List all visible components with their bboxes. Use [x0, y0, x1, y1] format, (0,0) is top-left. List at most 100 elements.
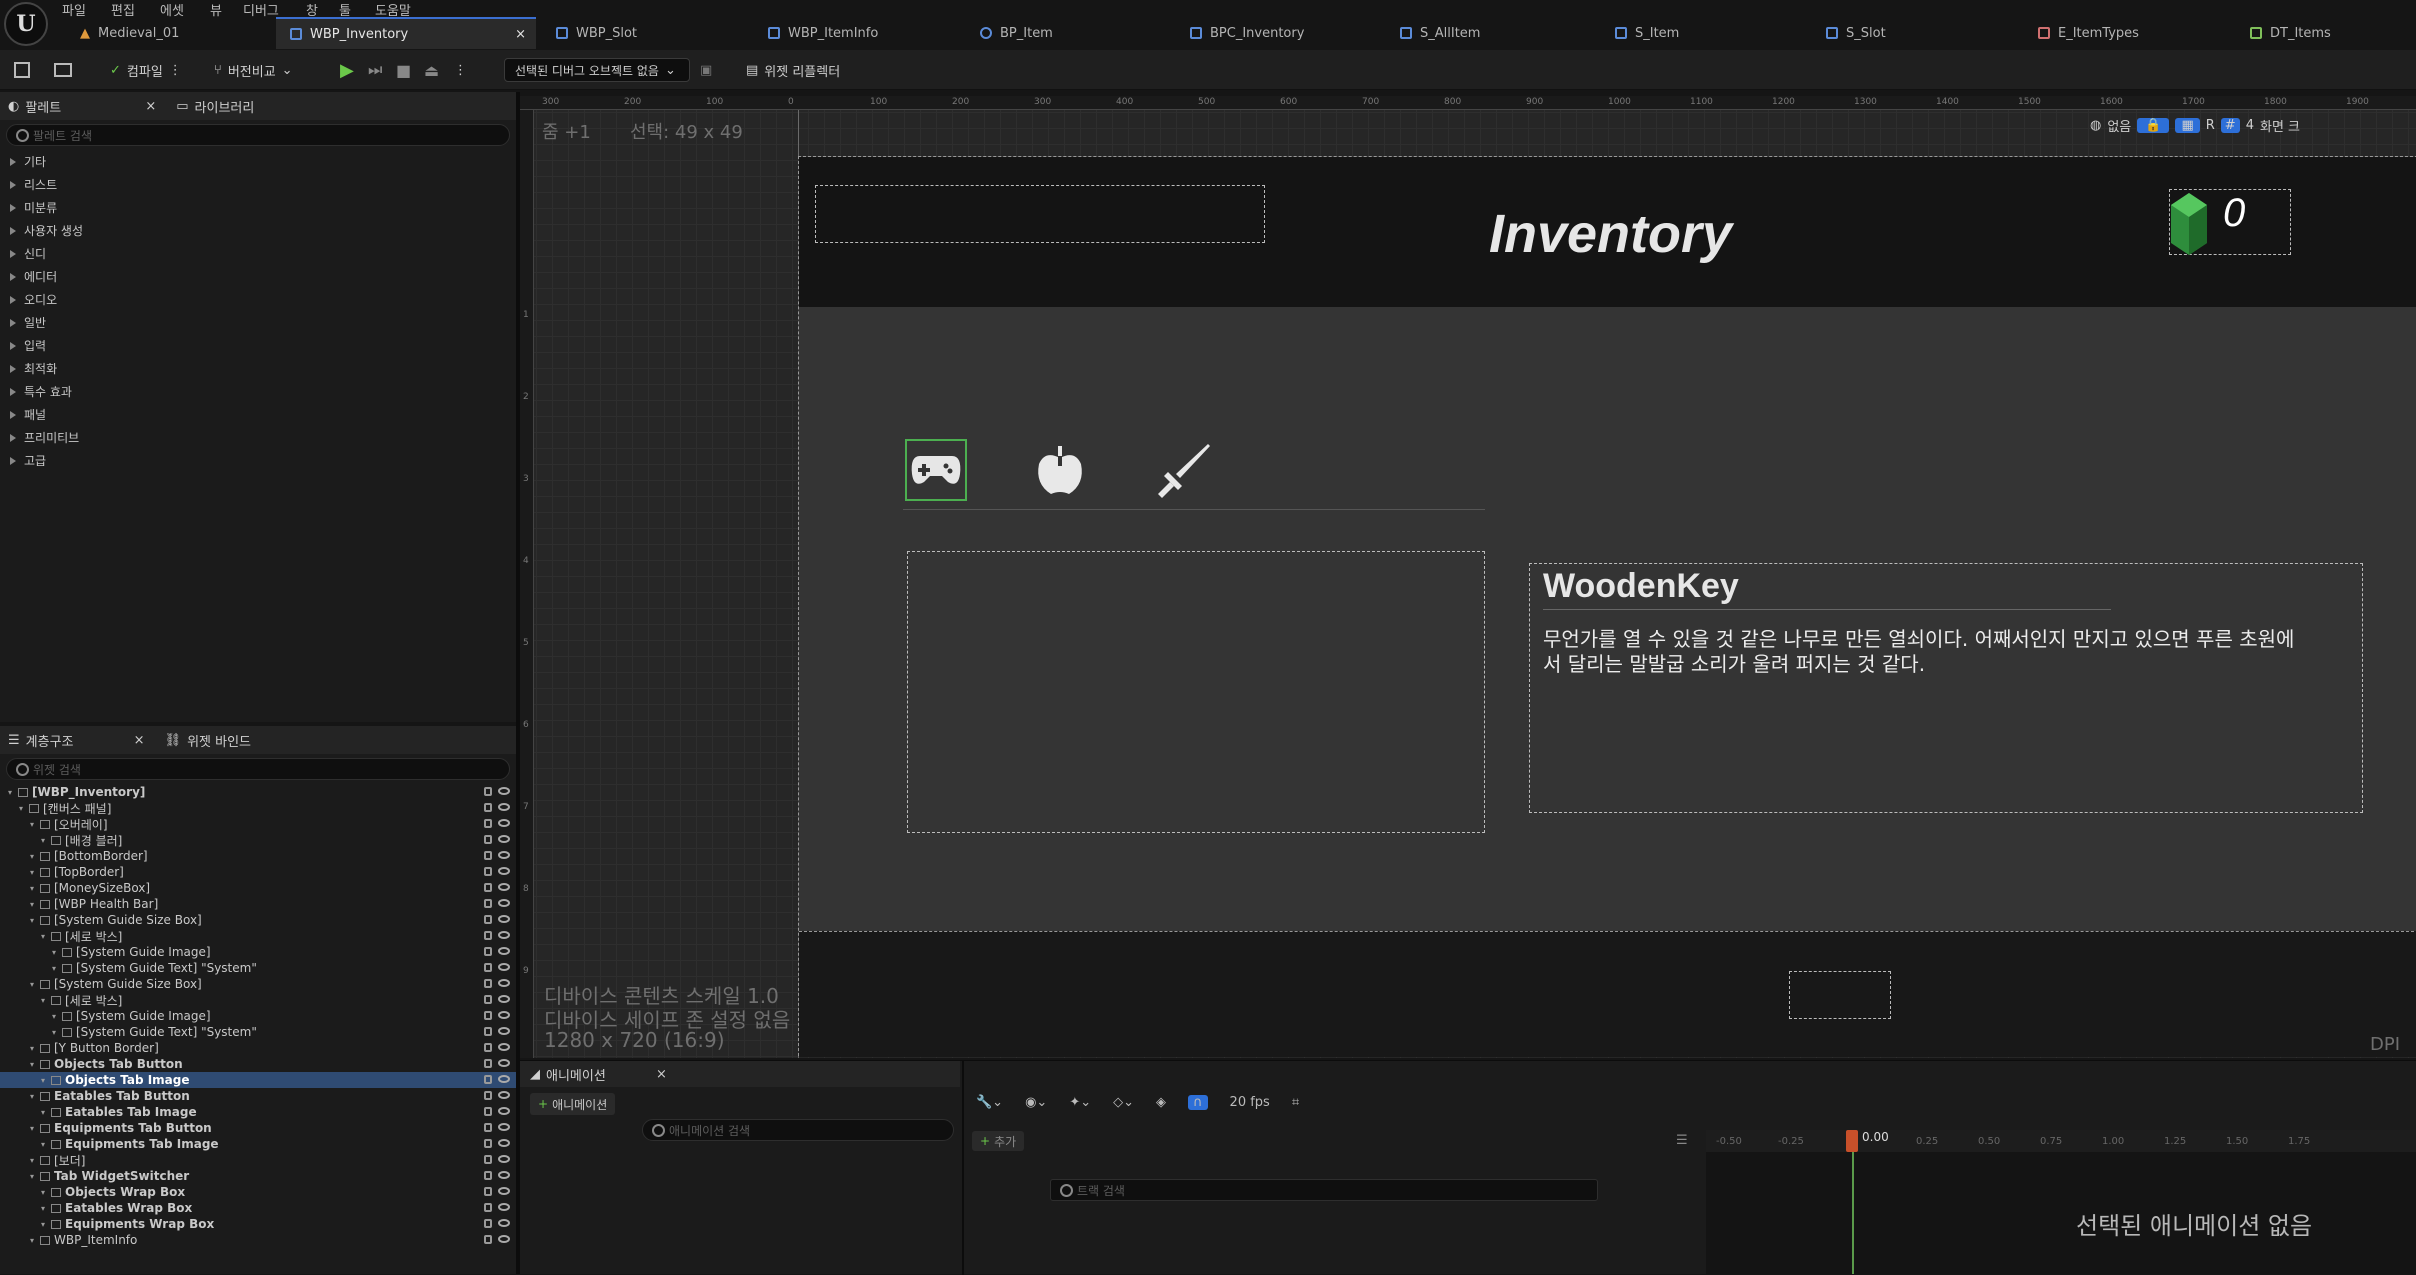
visibility-eye-icon[interactable] [498, 947, 510, 955]
compile-button[interactable]: ✓ 컴파일 ⋮ [110, 58, 182, 82]
palette-category[interactable]: 미분류 [0, 196, 516, 219]
palette-category[interactable]: 입력 [0, 334, 516, 357]
lock-icon[interactable] [484, 1059, 492, 1068]
track-search-input[interactable]: 트랙 검색 [1050, 1179, 1598, 1201]
grid-size[interactable]: 4 [2246, 118, 2254, 133]
more-icon[interactable]: ⋮ [169, 63, 182, 78]
bindings-tab[interactable]: 위젯 바인드 [187, 731, 251, 750]
close-icon[interactable]: × [656, 1067, 667, 1082]
close-icon[interactable]: × [134, 733, 145, 748]
palette-search-input[interactable]: 팔레트 검색 [6, 124, 510, 146]
inventory-widget-preview[interactable]: Inventory 0 WoodenKey 무언가를 열 수 있을 것 같은 나… [798, 156, 2416, 1057]
expand-icon[interactable]: ▾ [41, 1220, 51, 1229]
lock-icon[interactable] [484, 819, 492, 828]
browse-button[interactable] [54, 58, 72, 82]
tab-medieval[interactable]: ▲ Medieval_01 [66, 17, 266, 49]
lock-icon[interactable] [484, 915, 492, 924]
add-animation-button[interactable]: + 애니메이션 [530, 1093, 616, 1115]
bottom-border[interactable] [799, 931, 2416, 1057]
play-options-button[interactable]: ⋮ [454, 58, 467, 82]
lock-icon[interactable] [484, 803, 492, 812]
lock-icon[interactable] [484, 1011, 492, 1020]
layout-toggle[interactable]: ▦ [2175, 118, 2200, 133]
visibility-eye-icon[interactable] [498, 835, 510, 843]
globe-icon[interactable]: ◍ [2090, 118, 2101, 133]
save-button[interactable] [14, 58, 30, 82]
eatables-tab-button[interactable] [1029, 439, 1091, 501]
animation-search-input[interactable]: 애니메이션 검색 [642, 1119, 954, 1141]
hierarchy-row[interactable]: ▾ [WBP_Inventory] [0, 784, 516, 800]
tab-bpc-inventory[interactable]: BPC_Inventory [1176, 17, 1376, 49]
palette-category[interactable]: 오디오 [0, 288, 516, 311]
lock-icon[interactable] [484, 867, 492, 876]
visibility-eye-icon[interactable] [498, 803, 510, 811]
visibility-eye-icon[interactable] [498, 899, 510, 907]
hierarchy-row[interactable]: ▾ Eatables Tab Button [0, 1088, 516, 1104]
hierarchy-row[interactable]: ▾ Objects Wrap Box [0, 1184, 516, 1200]
grid-toggle[interactable]: # [2220, 118, 2240, 133]
lock-icon[interactable] [484, 947, 492, 956]
tab-wbp-inventory[interactable]: WBP_Inventory × [276, 17, 536, 49]
diff-button[interactable]: ⑂ 버전비교 ⌄ [214, 58, 293, 82]
expand-icon[interactable]: ▾ [41, 1108, 51, 1117]
lock-icon[interactable] [484, 1155, 492, 1164]
unreal-logo-icon[interactable]: U [4, 2, 48, 46]
lock-icon[interactable] [484, 995, 492, 1004]
palette-category[interactable]: 프리미티브 [0, 426, 516, 449]
hierarchy-row[interactable]: ▾ [MoneySizeBox] [0, 880, 516, 896]
visibility-eye-icon[interactable] [498, 1107, 510, 1115]
lock-icon[interactable] [484, 963, 492, 972]
lock-icon[interactable] [484, 1043, 492, 1052]
lock-icon[interactable] [484, 1203, 492, 1212]
visibility-eye-icon[interactable] [498, 1235, 510, 1243]
expand-icon[interactable]: ▾ [41, 932, 51, 941]
palette-category[interactable]: 기타 [0, 150, 516, 173]
hierarchy-row[interactable]: ▾ [캔버스 패널] [0, 800, 516, 816]
designer-canvas[interactable]: 줌 +1 선택: 49 x 49 Inventory 0 WoodenKey 무… [520, 96, 2416, 1058]
palette-category[interactable]: 특수 효과 [0, 380, 516, 403]
diamond-icon[interactable]: ◇⌄ [1113, 1095, 1134, 1110]
play-button[interactable]: ▶ [340, 58, 354, 82]
palette-category[interactable]: 신디 [0, 242, 516, 265]
fps-select[interactable]: 20 fps [1230, 1095, 1270, 1110]
lock-icon[interactable] [484, 899, 492, 908]
lock-icon[interactable] [484, 1139, 492, 1148]
debug-browse-button[interactable]: ▣ [700, 58, 712, 82]
widget-reflector-button[interactable]: ▤ 위젯 리플렉터 [746, 58, 840, 82]
palette-category[interactable]: 사용자 생성 [0, 219, 516, 242]
expand-icon[interactable]: ▾ [30, 1236, 40, 1245]
lock-icon[interactable] [484, 1187, 492, 1196]
expand-icon[interactable]: ▾ [52, 948, 62, 957]
visibility-eye-icon[interactable] [498, 1155, 510, 1163]
lock-icon[interactable] [484, 979, 492, 988]
hierarchy-row[interactable]: ▾ [System Guide Text] "System" [0, 1024, 516, 1040]
key-icon[interactable]: ✦⌄ [1069, 1095, 1091, 1110]
palette-category[interactable]: 리스트 [0, 173, 516, 196]
visibility-eye-icon[interactable] [498, 1203, 510, 1211]
palette-category[interactable]: 에디터 [0, 265, 516, 288]
hierarchy-row[interactable]: ▾ Equipments Tab Image [0, 1136, 516, 1152]
palette-category[interactable]: 최적화 [0, 357, 516, 380]
close-icon[interactable]: × [145, 99, 156, 114]
hierarchy-row[interactable]: ▾ Eatables Wrap Box [0, 1200, 516, 1216]
visibility-eye-icon[interactable] [498, 1187, 510, 1195]
visibility-eye-icon[interactable] [498, 1011, 510, 1019]
screen-label[interactable]: 화면 크 [2260, 116, 2300, 135]
visibility-eye-icon[interactable] [498, 883, 510, 891]
hierarchy-row[interactable]: ▾ [TopBorder] [0, 864, 516, 880]
visibility-eye-icon[interactable] [498, 979, 510, 987]
widget-search-input[interactable]: 위젯 검색 [6, 758, 510, 780]
expand-icon[interactable]: ▾ [30, 868, 40, 877]
expand-icon[interactable]: ▾ [30, 1156, 40, 1165]
expand-icon[interactable]: ▾ [52, 1028, 62, 1037]
visibility-eye-icon[interactable] [498, 1043, 510, 1051]
add-track-button[interactable]: + 추가 [972, 1131, 1025, 1151]
tab-s-slot[interactable]: S_Slot [1812, 17, 2022, 49]
expand-icon[interactable]: ▾ [30, 1124, 40, 1133]
health-bar-slot[interactable] [815, 185, 1265, 243]
keyframe-icon[interactable]: ◈ [1156, 1095, 1166, 1110]
expand-icon[interactable]: ▾ [30, 900, 40, 909]
lock-icon[interactable] [484, 851, 492, 860]
lock-icon[interactable] [484, 883, 492, 892]
tab-s-allitem[interactable]: S_AllItem [1386, 17, 1596, 49]
